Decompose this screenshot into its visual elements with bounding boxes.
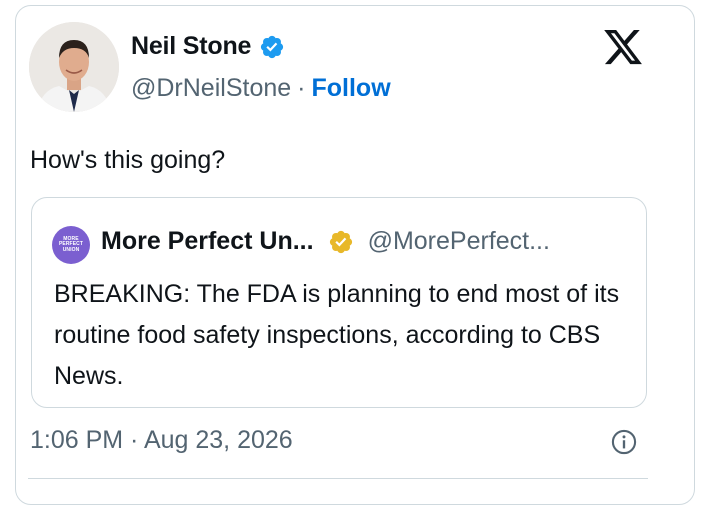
tweet-text: How's this going?: [30, 146, 226, 174]
author-handle[interactable]: @DrNeilStone: [131, 74, 291, 103]
divider: [28, 478, 648, 479]
quote-body-text: BREAKING: The FDA is planning to end mos…: [54, 280, 620, 390]
info-icon[interactable]: [610, 428, 638, 456]
quote-avatar-line: UNION: [62, 246, 80, 253]
quoted-tweet[interactable]: MORE PERFECT UNION More Perfect Un... @M…: [31, 197, 647, 408]
x-logo-icon[interactable]: [600, 26, 646, 68]
timestamp-link[interactable]: 1:06 PM · Aug 23, 2026: [30, 426, 293, 455]
avatar[interactable]: [29, 22, 119, 112]
gold-verified-badge-icon: [329, 230, 352, 253]
quote-avatar[interactable]: MORE PERFECT UNION: [52, 226, 90, 264]
author-name-row[interactable]: Neil Stone: [131, 32, 285, 61]
follow-button[interactable]: Follow: [311, 74, 390, 103]
quote-author-handle[interactable]: @MorePerfect...: [368, 227, 550, 256]
quote-header: More Perfect Un... @MorePerfect...: [101, 227, 550, 256]
avatar-photo: [29, 22, 119, 112]
author-name[interactable]: Neil Stone: [131, 32, 251, 61]
quote-author-name[interactable]: More Perfect Un...: [101, 227, 314, 256]
separator-dot: ·: [297, 74, 306, 102]
handle-row: @DrNeilStone · Follow: [131, 74, 391, 103]
verified-badge-icon: [261, 35, 284, 58]
